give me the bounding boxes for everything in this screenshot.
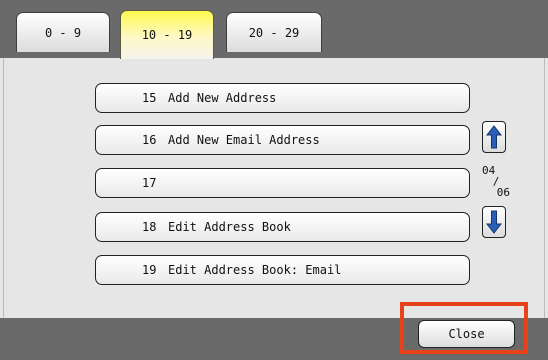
arrow-down-icon [486,210,502,234]
tab-10-19[interactable]: 10 - 19 [120,10,214,59]
item-label: Add New Address [168,91,277,105]
item-number: 17 [142,176,157,190]
tab-label: 0 - 9 [44,25,82,40]
item-number: 16 [142,133,157,147]
list-item[interactable]: 18 Edit Address Book [95,212,470,242]
tab-label: 10 - 19 [141,28,193,42]
page-total: 06 [496,186,510,199]
item-label: Edit Address Book: Email [168,263,342,277]
list-item[interactable]: 17 [95,168,470,198]
item-number: 15 [142,91,157,105]
close-button[interactable]: Close [418,320,515,348]
scroll-up-button[interactable] [482,121,506,153]
tab-20-29[interactable]: 20 - 29 [226,12,322,52]
close-label: Close [448,327,485,341]
list-item[interactable]: 19 Edit Address Book: Email [95,255,470,285]
item-label: Add New Email Address [168,133,320,147]
tab-label: 20 - 29 [248,25,300,40]
tab-bar: 0 - 9 10 - 19 20 - 29 [0,0,548,59]
item-number: 19 [142,263,157,277]
list-item[interactable]: 16 Add New Email Address [95,125,470,155]
item-number: 18 [142,220,157,234]
arrow-up-icon [486,125,502,149]
page-indicator: 04 / 06 [482,165,510,198]
tab-0-9[interactable]: 0 - 9 [16,12,110,52]
item-label: Edit Address Book [168,220,291,234]
list-item[interactable]: 15 Add New Address [95,83,470,113]
scroll-down-button[interactable] [482,206,506,238]
